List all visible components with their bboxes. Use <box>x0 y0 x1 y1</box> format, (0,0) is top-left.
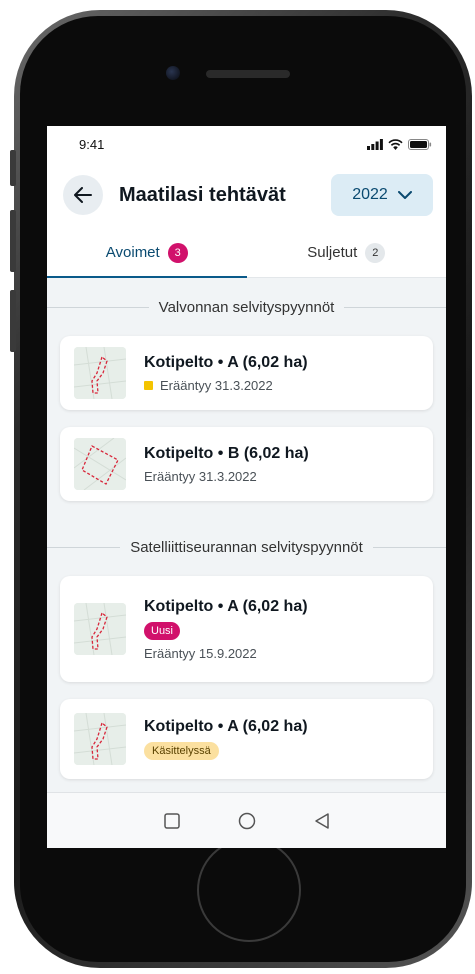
due-date: Erääntyy 15.9.2022 <box>144 645 257 661</box>
phone-side-button <box>10 150 16 186</box>
circle-icon[interactable] <box>238 812 256 830</box>
tab-label: Suljetut <box>307 244 358 261</box>
field-map-thumbnail <box>74 347 126 399</box>
task-card[interactable]: Kotipelto • A (6,02 ha) Erääntyy 31.3.20… <box>60 336 433 410</box>
divider <box>47 306 149 308</box>
count-badge: 2 <box>365 242 386 263</box>
section-header: Valvonnan selvityspyynnöt <box>47 278 446 336</box>
phone-screen: 9:41 Maatilasi tehtävät 2022 Avoimet 3 S… <box>47 126 446 848</box>
section-title: Satelliittiseurannan selvityspyynnöt <box>130 538 363 556</box>
signal-icon <box>367 138 383 150</box>
card-title: Kotipelto • B (6,02 ha) <box>144 444 309 462</box>
status-time: 9:41 <box>79 136 105 152</box>
tab-closed[interactable]: Suljetut 2 <box>247 228 447 277</box>
status-tag-new: Uusi <box>144 621 181 640</box>
speaker-grille <box>206 70 290 78</box>
card-body: Kotipelto • B (6,02 ha) Erääntyy 31.3.20… <box>144 445 309 484</box>
card-due: Erääntyy 31.3.2022 <box>144 378 308 393</box>
due-date: Erääntyy 31.3.2022 <box>144 468 257 484</box>
card-due: Erääntyy 31.3.2022 <box>144 469 309 484</box>
card-body: Kotipelto • A (6,02 ha) Käsittelyssä <box>144 718 308 760</box>
status-bar: 9:41 <box>47 126 446 162</box>
wifi-icon <box>388 138 403 150</box>
section-title: Valvonnan selvityspyynnöt <box>158 298 335 316</box>
task-list: Valvonnan selvityspyynnöt Kotipelto • A … <box>47 278 446 826</box>
card-title: Kotipelto • A (6,02 ha) <box>144 597 308 615</box>
due-date: Erääntyy 31.3.2022 <box>160 377 273 393</box>
count-badge: 3 <box>167 242 188 263</box>
task-card[interactable]: Kotipelto • A (6,02 ha) Käsittelyssä <box>60 699 433 779</box>
back-button[interactable] <box>63 175 103 215</box>
battery-icon <box>408 138 432 150</box>
camera-icon <box>166 66 180 80</box>
divider <box>344 306 446 308</box>
phone-side-button <box>10 210 16 272</box>
section-header: Satelliittiseurannan selvityspyynnöt <box>47 518 446 576</box>
phone-side-button <box>10 290 16 352</box>
task-card[interactable]: Kotipelto • A (6,02 ha) Uusi Erääntyy 15… <box>60 576 433 682</box>
status-icons <box>367 138 432 150</box>
status-indicator <box>144 380 153 390</box>
triangle-back-icon[interactable] <box>314 812 330 830</box>
year-select[interactable]: 2022 <box>331 174 433 216</box>
task-card[interactable]: Kotipelto • B (6,02 ha) Erääntyy 31.3.20… <box>60 427 433 501</box>
card-title: Kotipelto • A (6,02 ha) <box>144 718 308 735</box>
card-due: Erääntyy 15.9.2022 <box>144 646 308 661</box>
divider <box>372 546 446 548</box>
tab-open[interactable]: Avoimet 3 <box>47 228 247 278</box>
chevron-down-icon <box>397 190 412 199</box>
card-body: Kotipelto • A (6,02 ha) Erääntyy 31.3.20… <box>144 354 308 393</box>
year-select-value: 2022 <box>352 186 388 203</box>
page-title: Maatilasi tehtävät <box>119 183 286 206</box>
field-map-thumbnail <box>74 603 126 655</box>
tab-bar: Avoimet 3 Suljetut 2 <box>47 228 446 278</box>
tab-label: Avoimet <box>105 244 160 261</box>
home-button[interactable] <box>197 838 301 942</box>
app-header: Maatilasi tehtävät 2022 <box>47 162 446 228</box>
square-icon[interactable] <box>163 812 180 829</box>
field-map-thumbnail <box>74 438 126 490</box>
arrow-left-icon <box>74 187 92 203</box>
card-title: Kotipelto • A (6,02 ha) <box>144 353 308 371</box>
status-tag-in-progress: Käsittelyssä <box>144 742 219 760</box>
system-nav-bar <box>47 792 446 848</box>
field-map-thumbnail <box>74 713 126 765</box>
divider <box>47 546 121 548</box>
card-body: Kotipelto • A (6,02 ha) Uusi Erääntyy 15… <box>144 598 308 661</box>
